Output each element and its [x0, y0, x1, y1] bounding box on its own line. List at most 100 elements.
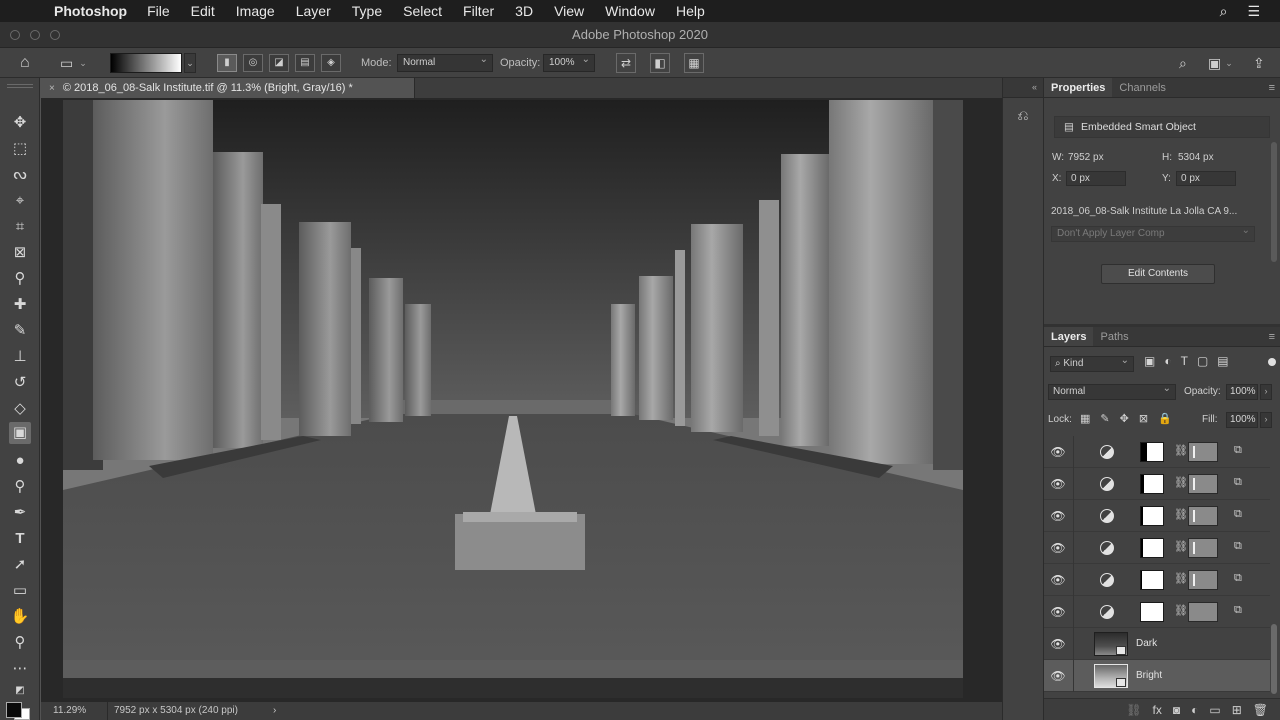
menu-select[interactable]: Select [403, 3, 442, 19]
eye-icon[interactable]: 👁 [1050, 668, 1066, 684]
eye-icon[interactable]: 👁 [1050, 572, 1066, 588]
lock-position-icon[interactable]: ✥ [1120, 412, 1129, 425]
gradient-tool-icon[interactable]: ▣ [9, 422, 31, 444]
linear-gradient-button[interactable]: ▮ [217, 54, 237, 72]
app-menu[interactable]: Photoshop [54, 3, 127, 19]
layers-panel-menu-icon[interactable]: ≡ [1269, 331, 1275, 343]
adjustment-thumbnail[interactable] [1188, 570, 1218, 590]
new-adjustment-icon[interactable]: ◐ [1191, 703, 1198, 717]
layer-row[interactable]: 👁 ⛓ ⧉ [1044, 500, 1270, 532]
rectangle-tool-icon[interactable]: ▭ [9, 580, 31, 602]
delete-layer-icon[interactable]: 🗑 [1253, 703, 1268, 717]
add-mask-icon[interactable]: ◙ [1173, 703, 1180, 717]
layer-mask-thumbnail[interactable] [1140, 602, 1164, 622]
layer-opacity-field[interactable]: 100% [1226, 384, 1258, 400]
brush-tool-icon[interactable]: ✎ [9, 320, 31, 342]
edit-contents-button[interactable]: Edit Contents [1101, 264, 1215, 284]
menu-list-icon[interactable]: ☰ [1247, 3, 1260, 20]
history-brush-tool-icon[interactable]: ↺ [9, 372, 31, 394]
menu-file[interactable]: File [147, 3, 170, 19]
diamond-gradient-button[interactable]: ◈ [321, 54, 341, 72]
path-select-tool-icon[interactable]: ➚ [9, 554, 31, 576]
foreground-color-swatch[interactable] [6, 702, 22, 718]
reflected-gradient-button[interactable]: ▤ [295, 54, 315, 72]
link-chain-icon[interactable]: ⛓ [1174, 540, 1188, 553]
lasso-tool-icon[interactable]: ᔓ [9, 164, 31, 186]
eye-icon[interactable]: 👁 [1050, 636, 1066, 652]
transparency-icon[interactable]: ▦ [684, 53, 704, 73]
eye-icon[interactable]: 👁 [1050, 540, 1066, 556]
properties-scrollbar[interactable] [1271, 142, 1277, 262]
menu-view[interactable]: View [554, 3, 584, 19]
opacity-field[interactable]: 100% [543, 52, 595, 72]
lock-transparent-icon[interactable]: ▦ [1080, 412, 1090, 425]
pixel-filter-icon[interactable]: ▣ [1144, 354, 1155, 368]
filter-toggle-icon[interactable] [1268, 358, 1276, 366]
adjustment-thumbnail[interactable] [1188, 474, 1218, 494]
layer-style-icon[interactable]: fx [1153, 703, 1162, 717]
width-value[interactable]: 7952 px [1068, 152, 1104, 163]
eye-icon[interactable]: 👁 [1050, 604, 1066, 620]
menu-layer[interactable]: Layer [296, 3, 331, 19]
smart-object-filter-icon[interactable]: ▤ [1217, 354, 1228, 368]
close-window-button[interactable] [10, 30, 20, 40]
layer-name[interactable]: Bright [1136, 660, 1162, 692]
pen-tool-icon[interactable]: ✒ [9, 502, 31, 524]
tab-channels[interactable]: Channels [1112, 78, 1172, 97]
layer-row-bright[interactable]: 👁 Bright [1044, 660, 1270, 692]
frame-tool-icon[interactable]: ⊠ [9, 242, 31, 264]
link-chain-icon[interactable]: ⛓ [1174, 508, 1188, 521]
move-tool-icon[interactable]: ✥ [9, 112, 31, 134]
close-icon[interactable]: × [49, 83, 55, 94]
adjustment-thumbnail[interactable] [1188, 506, 1218, 526]
tool-preset-icon[interactable]: ▭ ⌄ [60, 48, 87, 78]
document-tab[interactable]: × © 2018_06_08-Salk Institute.tif @ 11.3%… [41, 78, 415, 98]
lock-paint-icon[interactable]: ✎ [1100, 412, 1109, 425]
radial-gradient-button[interactable]: ◎ [243, 54, 263, 72]
marquee-tool-icon[interactable]: ⬚ [9, 138, 31, 160]
menu-edit[interactable]: Edit [191, 3, 215, 19]
adjustment-thumbnail[interactable] [1188, 602, 1218, 622]
healing-brush-tool-icon[interactable]: ✚ [9, 294, 31, 316]
menu-help[interactable]: Help [676, 3, 705, 19]
new-group-icon[interactable]: ▭ [1209, 703, 1220, 717]
layer-comp-select[interactable]: Don't Apply Layer Comp [1051, 224, 1255, 242]
y-field[interactable]: 0 px [1176, 171, 1236, 186]
status-menu-chevron-icon[interactable]: › [273, 702, 276, 720]
menu-window[interactable]: Window [605, 3, 655, 19]
search-icon[interactable]: ⌕ [1179, 48, 1187, 78]
zoom-tool-icon[interactable]: ⚲ [9, 632, 31, 654]
shape-filter-icon[interactable]: ▢ [1197, 354, 1208, 368]
document-canvas[interactable] [63, 100, 963, 698]
gradient-preview[interactable] [110, 53, 182, 73]
link-layers-icon[interactable]: ⛓ [1126, 703, 1141, 717]
layer-mask-thumbnail[interactable] [1140, 570, 1164, 590]
link-chain-icon[interactable]: ⛓ [1174, 444, 1188, 457]
dither-icon[interactable]: ◧ [650, 53, 670, 73]
home-icon[interactable]: ⌂ [20, 48, 30, 78]
tab-properties[interactable]: Properties [1044, 78, 1113, 97]
history-panel-icon[interactable]: ⎌ [1013, 105, 1033, 125]
adjustment-thumbnail[interactable] [1188, 538, 1218, 558]
search-icon[interactable]: ⌕ [1220, 3, 1228, 20]
layers-scrollbar[interactable] [1271, 624, 1277, 694]
zoom-window-button[interactable] [50, 30, 60, 40]
object-select-tool-icon[interactable]: ⌖ [9, 190, 31, 212]
layer-mask-thumbnail[interactable] [1140, 474, 1164, 494]
layer-row[interactable]: 👁 ⛓ ⧉ [1044, 596, 1270, 628]
menu-3d[interactable]: 3D [515, 3, 533, 19]
link-chain-icon[interactable]: ⛓ [1174, 572, 1188, 585]
adjustment-filter-icon[interactable]: ◐ [1164, 354, 1171, 368]
type-filter-icon[interactable]: T [1181, 354, 1188, 368]
layer-row[interactable]: 👁 ⛓ ⧉ [1044, 532, 1270, 564]
layer-mask-thumbnail[interactable] [1140, 538, 1164, 558]
opacity-chevron-icon[interactable]: › [1260, 384, 1272, 400]
fill-chevron-icon[interactable]: › [1260, 412, 1272, 428]
eye-icon[interactable]: 👁 [1050, 444, 1066, 460]
zoom-level[interactable]: 11.29% [53, 702, 86, 720]
eyedropper-tool-icon[interactable]: ⚲ [9, 268, 31, 290]
x-field[interactable]: 0 px [1066, 171, 1126, 186]
hand-tool-icon[interactable]: ✋ [9, 606, 31, 628]
blend-mode-select[interactable]: Normal [1048, 382, 1176, 400]
angle-gradient-button[interactable]: ◪ [269, 54, 289, 72]
